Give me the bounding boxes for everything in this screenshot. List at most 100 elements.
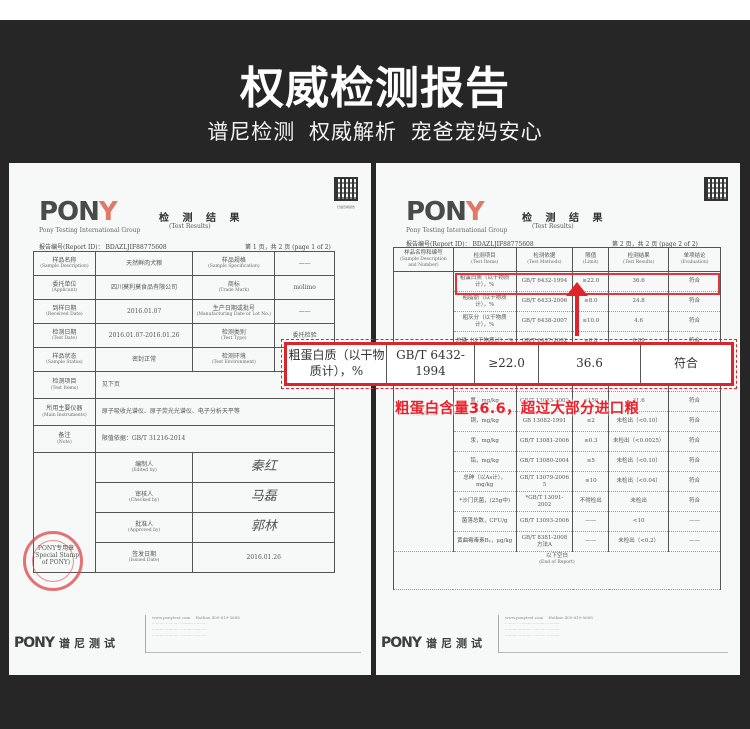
test-item-text: 粗脂肪（以干物质计），% (462, 294, 507, 308)
test-item-text: *沙门氏菌，(25g中) (459, 498, 510, 505)
test-method: GB/T 8381-2008 方法A (515, 531, 574, 552)
field-label-text: 备注 (58, 432, 71, 440)
zoom-result: 36.6 (539, 345, 641, 383)
test-item: 粗灰分（以干物质计），% (452, 311, 517, 332)
zoom-limit: ≥22.0 (475, 345, 539, 383)
field-label-text: 所用主要仪器 (46, 405, 83, 413)
signature-value: 2016.01.26 (192, 542, 335, 573)
stamp-label: PONY专用章 (Special Stamp of PONY) (32, 545, 80, 567)
test-item: 汞，mg/kg (452, 431, 517, 452)
column-header: 检测依据 (Test Methods) (515, 247, 574, 272)
test-method-text: GB/T 13081-2006 (519, 438, 569, 445)
signature-label: 审核人 (Checked by) (94, 482, 194, 513)
table-row: 备注 (Note) 限值依据：GB/T 31216-2014 (33, 425, 336, 453)
signature-label-en: (Approved by) (127, 528, 161, 534)
field-label: 检测日期 (Test Date) (33, 323, 96, 348)
test-evaluation-text: 符合 (689, 398, 701, 405)
test-results-table: 样品名称和编号 (Sample Description and Number) 检测… (393, 247, 721, 590)
test-limit: 不得检出 (572, 491, 610, 512)
field-label-text: 样品规格 (221, 256, 246, 264)
test-result-text: 未检出（<0.10） (616, 458, 661, 465)
field-label-en: (Test Date) (51, 336, 77, 342)
doc-title-en: (Test Results) (532, 223, 574, 230)
signature-value-text: 郭林 (250, 519, 277, 535)
table-row: 样品名称 (Sample Description) 天然鲜肉犬粮 样品规格 (Sampl… (33, 251, 335, 276)
test-result-text: <10 (632, 518, 645, 525)
signature-label-en: (Edited by) (131, 468, 157, 474)
signature-label: 编制人 (Edited by) (94, 452, 194, 483)
test-method: GB/T 6438-2007 (515, 311, 574, 332)
banner-subtitle: 谱尼检测 权威解析 宠爸宠妈安心 (207, 120, 543, 144)
test-item: 黄曲霉毒素B₁，μg/kg (452, 531, 517, 552)
signature-label-en: (Checked by) (129, 498, 160, 504)
test-evaluation: 符合 (668, 431, 721, 452)
test-result-text: 未检出（<0.0025） (612, 438, 665, 445)
signature-value: 马磊 (192, 482, 335, 513)
test-item: 铅，mg/kg (452, 451, 517, 472)
test-method: GB/T 13079-2006 5 (515, 471, 574, 492)
field-label-en: (Sample Description) (40, 264, 89, 270)
test-item-text: 铅，mg/kg (470, 458, 499, 465)
footer-hotline: Hotline 400-819-5688 (548, 615, 593, 620)
callout-text: 粗蛋白含量36.6，超过大部分进口粮 (395, 401, 640, 417)
test-evaluation-text: 符合 (689, 438, 701, 445)
column-header: 检测项目 (Test Items) (452, 247, 517, 272)
test-evaluation: 符合 (668, 411, 721, 432)
qr-code-icon (334, 177, 358, 201)
field-label-text: 检测项目 (52, 378, 77, 386)
test-item-text: 黄曲霉毒素B₁，μg/kg (457, 538, 513, 545)
test-method: *GB/T 13091-2002 (515, 491, 574, 512)
field-value-text: 原子吸收光谱仪、原子荧光光谱仪、电子分析天平等 (101, 408, 240, 416)
signature-label: 签发日期 (Issued Date) (94, 542, 194, 573)
field-label-text: 到样日期 (52, 304, 77, 312)
signature-value-text: 秦红 (250, 459, 277, 475)
test-evaluation-text: 符合 (689, 418, 701, 425)
field-value: —— (274, 299, 335, 324)
field-value: 原子吸收光谱仪、原子荧光光谱仪、电子分析天平等 (94, 398, 336, 426)
field-label-en: (Sample Status) (46, 360, 83, 366)
test-method: GB/T 13093-2006 (515, 511, 574, 532)
signature-label: 批准人 (Approved by) (94, 512, 194, 543)
field-label-text: 委托单位 (52, 280, 77, 288)
field-label: 检测项目 (Test Items) (33, 371, 96, 399)
signature-value: 秦红 (192, 452, 335, 483)
page-info: 第 1 页，共 2 页 (page 1 of 2) (245, 244, 331, 251)
end-of-report: 以下空白 (End of Report) (393, 551, 721, 590)
test-evaluation: 符合 (668, 311, 721, 332)
test-limit: ≤0.3 (572, 431, 610, 452)
test-method-text: GB/T 8381-2008 方法A (521, 534, 568, 548)
footer-contact: www.ponytest.com Hotline 400-819-5688 ··… (145, 615, 361, 653)
field-label: 样品名称 (Sample Description) (33, 251, 96, 276)
column-header-text: 检测结果 (627, 253, 650, 260)
test-result-text: 未检出 (630, 498, 647, 505)
field-value-text: —— (298, 259, 311, 267)
test-method-text: GB 13082-1991 (522, 418, 567, 425)
end-of-report-text: 以下空白 (545, 553, 568, 559)
field-label: 商标 (Trade Mark) (192, 275, 276, 300)
field-label: 检测环境 (Test Environment) (192, 347, 276, 372)
field-label: 生产日期或批号 (Manufacturing Date or Lot No.) (192, 299, 276, 324)
test-result: 未检出 (608, 491, 670, 512)
test-result-text: 未检出（<0.10） (616, 418, 661, 425)
test-item: *沙门氏菌，(25g中) (452, 491, 517, 512)
column-header-en: (Limit) (583, 260, 599, 266)
test-result-text: 未检出（<0.2） (618, 538, 660, 545)
footer-company-name: 谱尼测试 (426, 637, 486, 650)
test-item-text: 汞，mg/kg (470, 438, 499, 445)
test-limit: —— (572, 531, 610, 552)
doc-title-en: (Test Results) (169, 223, 211, 230)
footer-website: www.ponytest.com (152, 615, 191, 620)
signature-value-text: 马磊 (250, 489, 277, 505)
qr-code-icon (704, 177, 728, 201)
test-evaluation: —— (668, 531, 721, 552)
test-result-text: 24.8 (632, 298, 645, 305)
pony-logo: PONY (39, 197, 118, 227)
sample-info-table: 样品名称 (Sample Description) 天然鲜肉犬粮 样品规格 (Sampl… (33, 251, 336, 573)
report-page-1: PONY Pony Testing International Group 检 … (9, 163, 371, 675)
end-of-report-row: 以下空白 (End of Report) (393, 551, 721, 590)
end-of-report-en: (End of Report) (539, 559, 575, 565)
test-evaluation-text: 符合 (689, 458, 701, 465)
field-label: 检测类别 (Test Type) (192, 323, 276, 348)
column-header-en: (Evaluation) (680, 260, 709, 266)
test-evaluation: 符合 (668, 491, 721, 512)
